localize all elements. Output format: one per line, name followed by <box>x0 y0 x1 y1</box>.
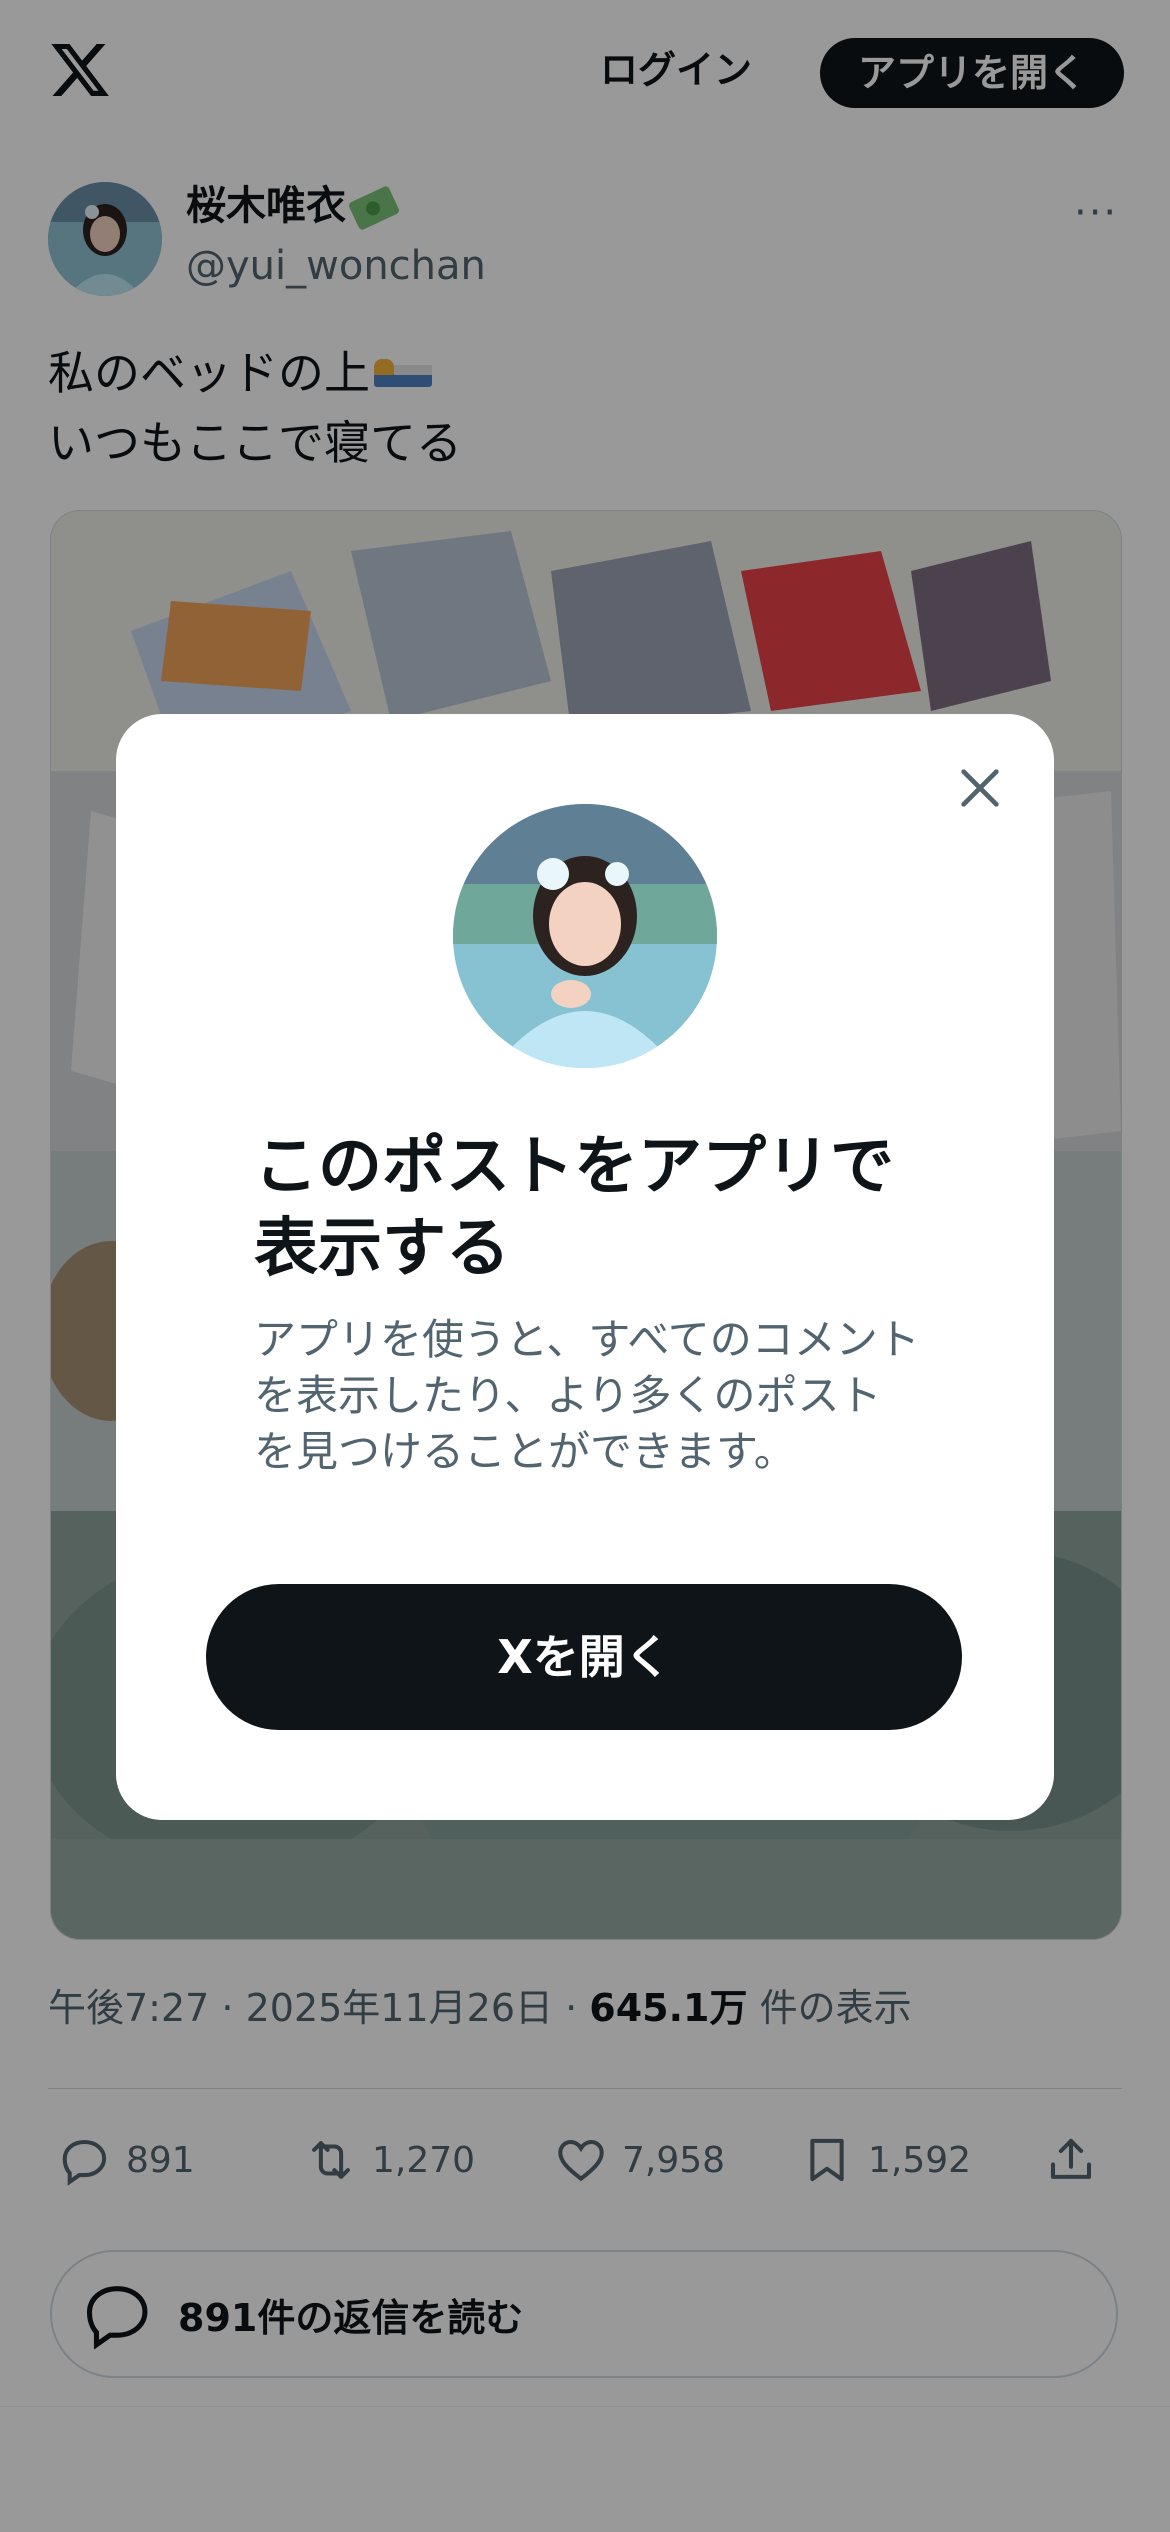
modal-author-avatar <box>453 804 717 1068</box>
open-in-app-modal: このポストをアプリで 表示する アプリを使うと、すべてのコメント を表示したり、… <box>116 714 1054 1820</box>
modal-title-line1: このポストをアプリで <box>254 1130 894 1204</box>
modal-desc-line2: を表示したり、より多くのポスト <box>254 1371 882 1420</box>
modal-description: アプリを使うと、すべてのコメント を表示したり、より多くのポスト を見つけること… <box>254 1312 954 1480</box>
modal-title: このポストをアプリで 表示する <box>254 1126 954 1290</box>
close-icon[interactable] <box>952 760 1008 816</box>
open-x-button[interactable]: Xを開く <box>206 1584 962 1730</box>
modal-desc-line3: を見つけることができます。 <box>254 1427 796 1476</box>
modal-title-line2: 表示する <box>254 1212 510 1286</box>
modal-desc-line1: アプリを使うと、すべてのコメント <box>254 1315 920 1364</box>
